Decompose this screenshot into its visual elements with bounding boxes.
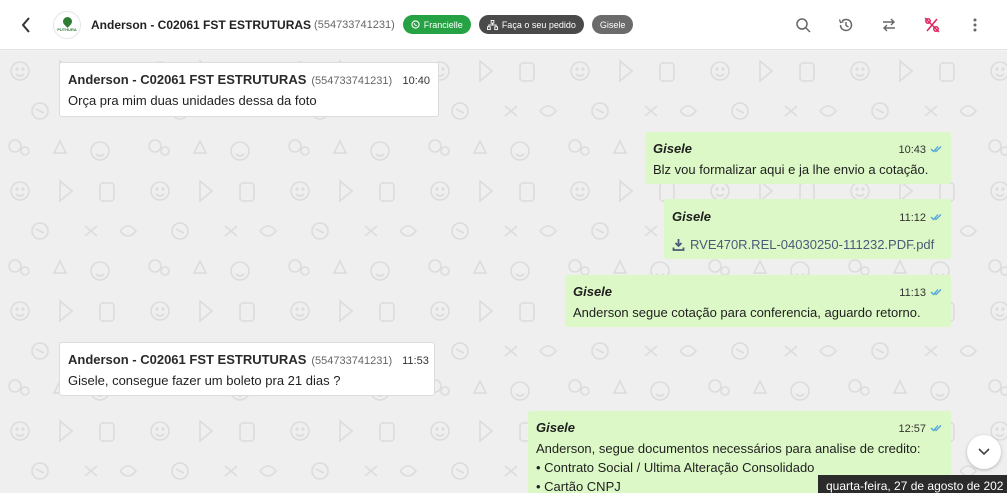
file-attachment-link[interactable]: RVE470R.REL-04030250-111232.PDF.pdf [672,235,943,254]
message-text: Gisele, consegue fazer um boleto pra 21 … [68,373,341,388]
message-outgoing[interactable]: Gisele 10:43 Blz vou formalizar aqui e j… [645,132,951,184]
message-text: Anderson segue cotação para conferencia,… [573,305,921,320]
message-incoming[interactable]: Anderson - C02061 FST ESTRUTURAS (554733… [59,342,435,396]
message-sender: Gisele [653,141,693,156]
tag-label: Faça o seu pedido [501,19,576,30]
history-icon[interactable] [835,14,857,36]
message-sender: Gisele [536,420,576,435]
percent-crossed-icon[interactable] [921,14,943,36]
message-text-line: Anderson, segue documentos necessários p… [536,441,921,456]
download-icon [672,239,685,251]
whatsapp-icon [411,20,420,29]
read-ticks-icon [930,424,943,432]
message-time: 10:40 [402,75,430,87]
message-area[interactable]: Anderson - C02061 FST ESTRUTURAS (554733… [0,51,1007,493]
message-text: Orça pra mim duas unidades dessa da foto [68,93,317,108]
message-time: 10:43 [898,144,926,156]
avatar[interactable]: PUTHURA [53,10,81,39]
message-text: Blz vou formalizar aqui e ja lhe envio a… [653,162,929,177]
leaf-logo-icon [60,15,74,28]
transfer-icon[interactable] [878,14,900,36]
message-time: 11:13 [899,287,926,299]
org-chart-icon [486,19,498,30]
tag-faca-o-seu-pedido[interactable]: Faça o seu pedido [478,15,584,34]
header-actions [792,0,1007,50]
more-vertical-icon[interactable] [964,14,986,36]
date-separator: quarta-feira, 27 de agosto de 202 [818,475,1007,493]
message-sender: Gisele [573,284,613,299]
file-name: RVE470R.REL-04030250-111232.PDF.pdf [690,237,935,252]
read-ticks-icon [930,288,943,296]
message-time: 11:53 [402,355,429,367]
tag-gisele[interactable]: Gisele [591,15,634,34]
message-outgoing[interactable]: Gisele 11:12 RVE470R.REL-04030250-111232… [664,199,951,259]
contact-phone: (554733741231) [314,18,395,31]
contact-name: Anderson - C02061 FST ESTRUTURAS [91,17,312,32]
message-sender-phone: (554733741231) [311,75,393,87]
tag-label: Francielle [423,19,463,30]
message-sender: Anderson - C02061 FST ESTRUTURAS [68,72,307,87]
message-sender-phone: (554733741231) [311,355,393,367]
tag-label: Gisele [599,19,626,30]
chat-header: PUTHURA Anderson - C02061 FST ESTRUTURAS… [0,0,1007,50]
scroll-to-bottom-button[interactable] [967,435,1001,469]
message-time: 12:57 [898,423,926,435]
message-outgoing[interactable]: Gisele 11:13 Anderson segue cotação para… [565,275,951,327]
read-ticks-icon [930,213,943,221]
message-incoming[interactable]: Anderson - C02061 FST ESTRUTURAS (554733… [59,62,439,117]
tag-francielle[interactable]: Francielle [402,15,471,34]
message-time: 11:12 [899,212,926,224]
message-sender: Gisele [672,209,712,224]
back-arrow-icon[interactable] [15,14,37,36]
chevron-down-icon [978,448,990,456]
message-sender: Anderson - C02061 FST ESTRUTURAS [68,352,307,367]
search-icon[interactable] [792,14,814,36]
read-ticks-icon [930,145,943,153]
